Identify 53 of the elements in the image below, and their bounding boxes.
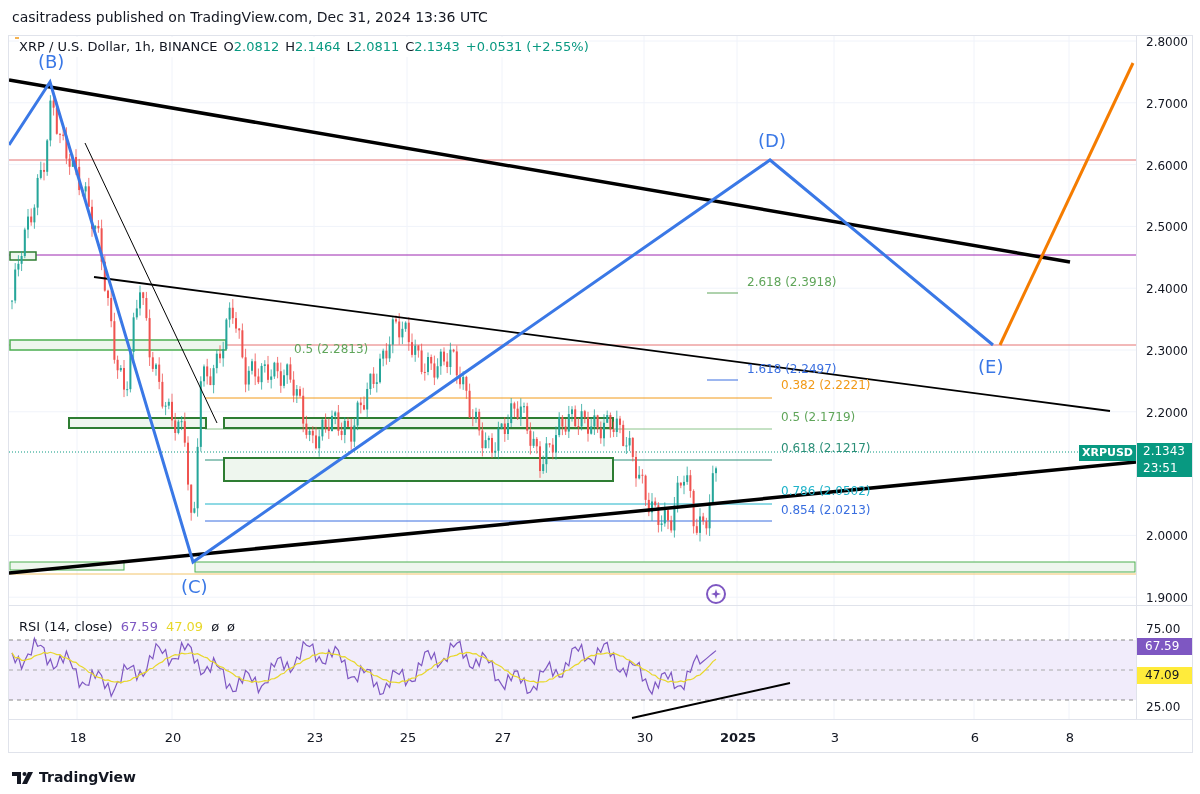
price-change: +0.0531 (+2.55%) <box>465 38 589 56</box>
price-value: 2.1343 <box>1143 443 1186 460</box>
logo-icon <box>12 771 34 784</box>
countdown-timer: 23:51 <box>1143 460 1179 477</box>
time-axis-label: 30 <box>636 729 654 747</box>
price-axis-label: 2.0000 <box>1146 528 1188 546</box>
time-axis-label: 18 <box>69 729 87 747</box>
price-tag-symbol: XRPUSD <box>1079 445 1136 461</box>
ohlc-value: O2.0812 <box>223 38 280 56</box>
wave-label: (E) <box>978 355 1004 379</box>
rsi-axis-label: 25.00 <box>1146 699 1181 716</box>
fib-label: 2.618 (2.3918) <box>747 274 837 291</box>
price-axis-label: 2.7000 <box>1146 95 1188 113</box>
ohlc-value: H2.1464 <box>285 38 341 56</box>
fib-level-line <box>706 379 739 381</box>
price-axis-label: 2.4000 <box>1146 281 1188 299</box>
rsi-value-tag: 67.59 <box>1137 638 1192 655</box>
time-axis-label: 23 <box>306 729 324 747</box>
rsi-legend-value: ø <box>227 618 236 636</box>
rsi-legend-value: 67.59 <box>120 618 158 636</box>
time-axis-label: 6 <box>970 729 980 747</box>
price-axis-label: 2.8000 <box>1146 34 1188 51</box>
rsi-axis-label: 75.00 <box>1146 621 1181 638</box>
fib-label: 0.382 (2.2221) <box>781 377 871 394</box>
rsi-legend-value: ø <box>211 618 220 636</box>
rsi-value-tag: 47.09 <box>1137 667 1192 684</box>
price-axis-label: 2.5000 <box>1146 219 1188 237</box>
ohlc-value: L2.0811 <box>346 38 400 56</box>
fib-label: 0.618 (2.1217) <box>781 440 871 457</box>
time-axis-label: 3 <box>830 729 840 747</box>
price-axis-label: 2.3000 <box>1146 343 1188 360</box>
fib-label: 0.5 (2.1719) <box>781 409 856 426</box>
brand-name: TradingView <box>39 768 136 787</box>
fib-label: 0.854 (2.0213) <box>781 502 871 519</box>
wave-label: (C) <box>181 575 208 599</box>
fib-level-line <box>706 292 739 294</box>
ohlc-value: C2.1343 <box>405 38 460 56</box>
time-axis-label: 27 <box>494 729 512 747</box>
price-axis-label: 2.2000 <box>1146 404 1188 422</box>
time-axis-label: 20 <box>164 729 182 747</box>
price-axis-label: 2.6000 <box>1146 157 1188 175</box>
time-axis-label: 25 <box>399 729 417 747</box>
rsi-legend-value: 47.09 <box>165 618 204 636</box>
rsi-title: RSI (14, close) <box>19 618 113 636</box>
time-axis-label: 8 <box>1065 729 1075 747</box>
support-zone <box>9 251 37 261</box>
wave-label: (D) <box>758 129 786 153</box>
symbol-title: XRP / U.S. Dollar, 1h, BINANCE <box>19 38 218 54</box>
time-axis-label: 2025 <box>719 729 757 747</box>
fib-label: 0.5 (2.2813) <box>294 341 369 358</box>
attribution-text: casitradess published on TradingView.com, Dec 31, 2024 13:36 UTC <box>12 8 488 27</box>
price-axis-label: 1.9000 <box>1146 590 1188 608</box>
sparkle-icon[interactable] <box>706 584 726 604</box>
